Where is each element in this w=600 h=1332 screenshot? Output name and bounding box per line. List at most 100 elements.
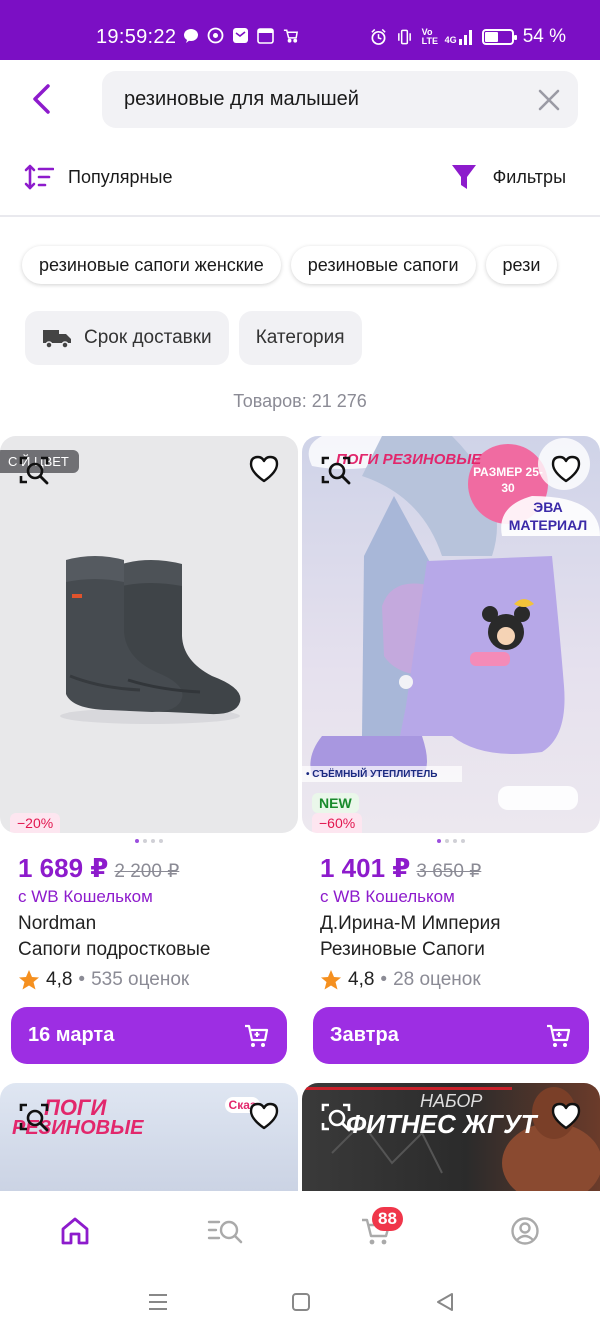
pager-dot [135,839,139,843]
quick-filters: Срок доставки Категория [25,311,362,365]
image-search-icon [321,456,351,485]
category-label: Категория [255,327,345,348]
pager-dot [143,839,147,843]
star-icon [321,970,341,990]
clear-search-button[interactable] [536,87,562,113]
close-icon [538,89,560,111]
product-card[interactable]: С Й ЦВЕТ −20% 1 689 ₽ 2 200 ₽ с WB Кошел… [0,436,298,1064]
bottom-navigation: 88 [0,1191,600,1271]
product-name: Сапоги подростковые [18,939,211,960]
image-pager-dots [0,839,298,845]
rating-row: 4,8 • 535 оценок [18,969,298,991]
promo-material: ЭВА МАТЕРИАЛ [508,499,588,533]
category-filter[interactable]: Категория [238,311,362,365]
product-image[interactable]: С Й ЦВЕТ −20% [0,436,298,833]
rating-separator: • [380,969,388,990]
new-badge: NEW [312,793,359,813]
nav-profile[interactable] [505,1213,545,1249]
catalog-search-icon [207,1220,243,1244]
wallet-note: с WB Кошельком [320,887,455,906]
chip-suggestion[interactable]: рези [485,246,558,284]
review-count: 28 оценок [393,969,481,990]
visual-search-button[interactable] [320,1101,352,1133]
filter-funnel-icon [451,165,476,189]
rating-value: 4,8 [348,969,375,990]
favorite-button[interactable] [550,1101,582,1131]
pager-dot [461,839,465,843]
promo-title: ФИТНЕС ЖГУТ [346,1109,537,1139]
image-search-icon [19,1103,49,1132]
favorite-button[interactable] [248,1101,280,1131]
wallet-note: с WB Кошельком [18,887,153,906]
pager-dot [159,839,163,843]
notification-icons [182,27,299,44]
calendar-icon [257,27,274,44]
add-to-cart-button[interactable]: 16 марта [11,1007,287,1064]
visual-search-button[interactable] [18,1101,50,1133]
price-row: 1 401 ₽ 3 650 ₽ [320,853,600,884]
delivery-date: 16 марта [28,1024,115,1046]
header-divider [0,215,600,217]
alarm-icon [370,28,387,46]
nav-catalog[interactable] [205,1213,245,1249]
add-to-cart-button[interactable]: Завтра [313,1007,589,1064]
chevron-left-icon [33,84,50,114]
visual-search-button[interactable] [18,454,50,486]
battery-icon [481,29,517,45]
product-name: Резиновые Сапоги [320,939,485,960]
product-brand: Д.Ирина-М Империя [320,913,501,934]
home-icon [61,1217,89,1245]
message-icon [182,27,199,44]
image-search-icon [321,1103,351,1132]
old-price: 2 200 ₽ [114,861,180,882]
visual-search-button[interactable] [320,454,352,486]
pager-dot [445,839,449,843]
app-icon [232,27,249,44]
suggestion-chips: резиновые сапоги женские резиновые сапог… [22,246,558,284]
sort-button[interactable]: Популярные [24,163,172,191]
truck-icon [43,330,71,349]
whatsapp-icon [207,27,224,44]
sort-label: Популярные [68,166,173,187]
product-card[interactable]: ПОГИ РЕЗИНОВЫЕ РАЗМЕР 25-30 ЭВА МАТЕРИАЛ… [302,436,600,1064]
product-card[interactable]: НАБОР ФИТНЕС ЖГУТ [302,1083,600,1191]
vibrate-icon [396,29,413,46]
delivery-time-label: Срок доставки [84,327,212,348]
promo-title: ПОГИ РЕЗИНОВЫЕ [336,451,482,468]
delivery-time-filter[interactable]: Срок доставки [25,311,229,365]
old-price: 3 650 ₽ [416,861,482,882]
home-square-icon[interactable] [289,1291,313,1313]
network-label: 4G [444,35,457,45]
favorite-button[interactable] [248,454,280,484]
chip-suggestion[interactable]: резиновые сапоги женские [22,246,281,284]
favorite-button[interactable] [550,454,582,484]
price: 1 401 ₽ [320,853,411,883]
battery-percent: 54 % [522,26,566,47]
chip-suggestion[interactable]: резиновые сапоги [290,246,476,284]
back-triangle-icon[interactable] [433,1291,457,1313]
sort-icon [24,164,54,190]
product-image[interactable]: ПОГИ РЕЗИНОВЫЕ РАЗМЕР 25-30 ЭВА МАТЕРИАЛ… [302,436,600,833]
rating-separator: • [78,969,86,990]
back-button[interactable] [24,80,58,118]
discount-badge: −60% [312,813,363,833]
pager-dot [151,839,155,843]
system-navigation [0,1271,600,1332]
boots-image [60,556,241,724]
rating-value: 4,8 [46,969,73,990]
signal-group: 4G [445,29,473,45]
status-right-icons: Vo LTE 4G 54 % [370,26,566,48]
image-pager-dots [302,839,600,845]
product-card[interactable]: ПОГИ РЕЗИНОВЫЕ Сказ [0,1083,298,1191]
filters-label: Фильтры [492,166,566,187]
menu-icon[interactable] [146,1291,170,1313]
search-query[interactable]: резиновые для малышей [124,88,359,111]
promo-bullet: • СЪЁМНЫЙ УТЕПЛИТЕЛЬ [306,769,438,780]
filters-button[interactable]: Фильтры [451,163,566,191]
profile-icon [511,1217,539,1245]
nav-home[interactable] [55,1213,95,1249]
pager-dot [453,839,457,843]
search-field[interactable]: резиновые для малышей [102,71,578,128]
price: 1 689 ₽ [18,853,109,883]
delivery-date: Завтра [330,1024,399,1046]
